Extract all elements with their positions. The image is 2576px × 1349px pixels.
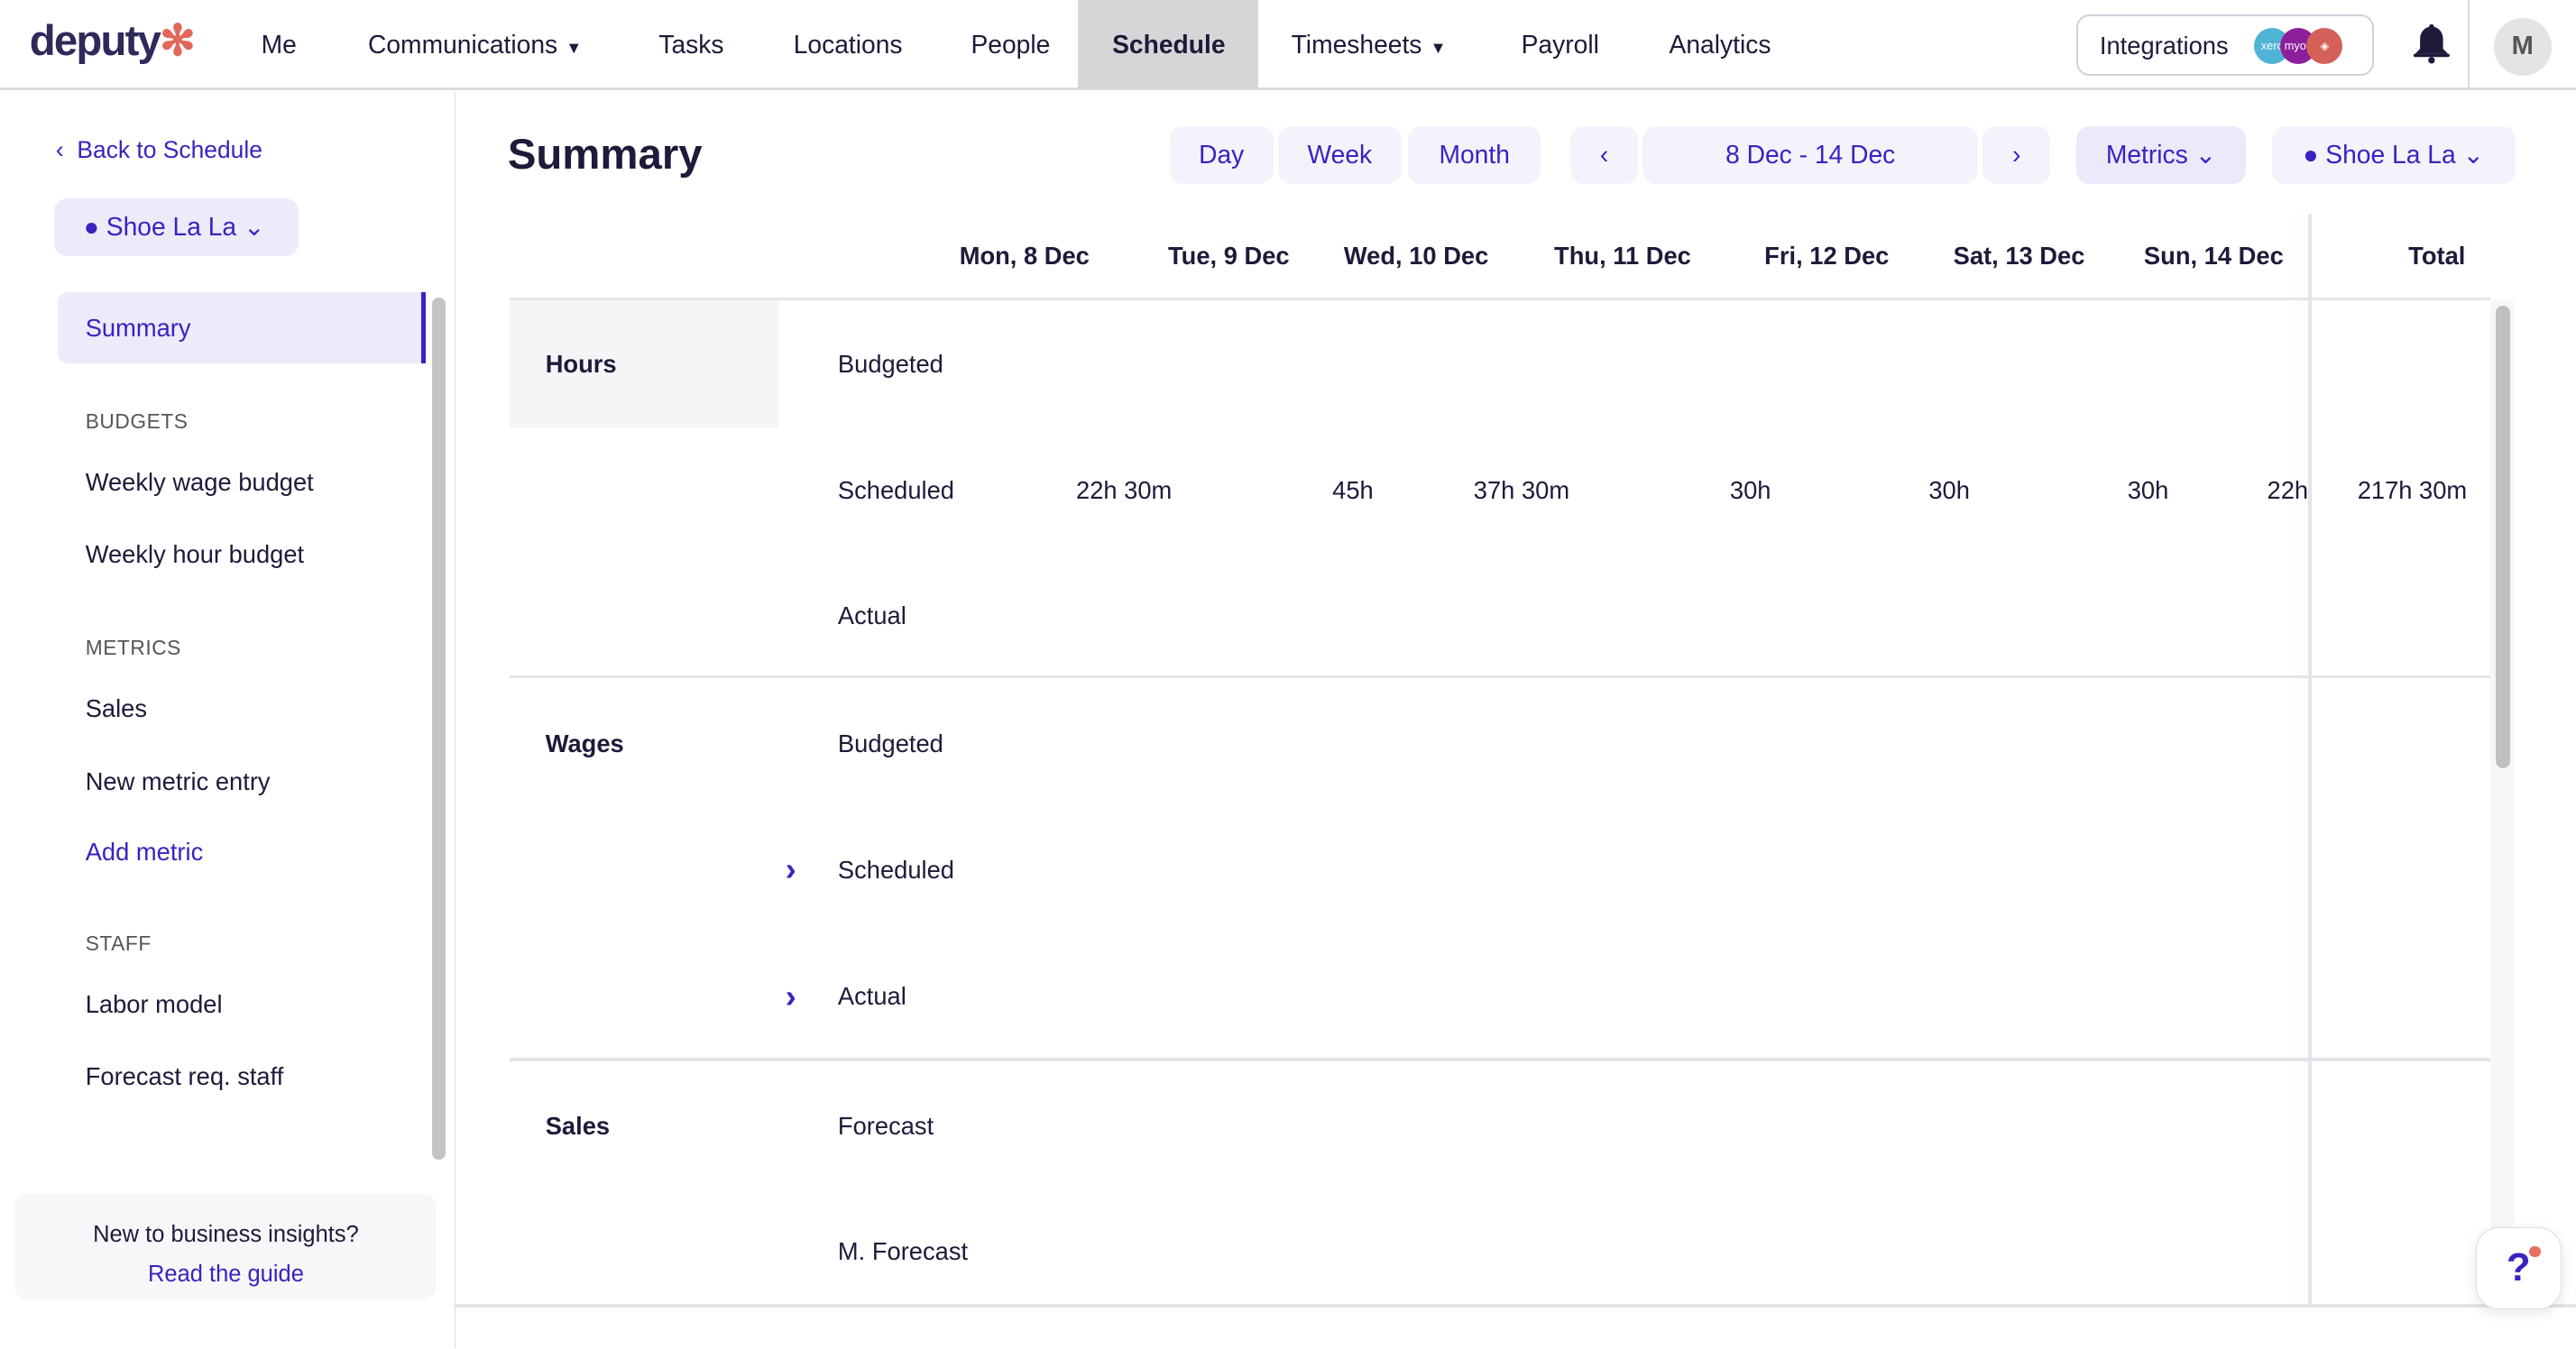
bell-icon[interactable] <box>2412 23 2452 71</box>
expand-chevron-icon[interactable]: › <box>786 977 796 1015</box>
prev-week-button[interactable]: ‹ <box>1570 126 1638 184</box>
deputy-logo[interactable]: deputy✻ <box>30 16 194 66</box>
nav-me[interactable]: Me <box>262 30 297 60</box>
scheduled-hours-cell: 30h <box>1730 476 1771 505</box>
help-text: New to business insights? <box>14 1216 437 1255</box>
nav-divider <box>2468 0 2470 88</box>
scheduled-hours-cell: 22h <box>2268 476 2310 505</box>
caret-down-icon: ▼ <box>566 39 582 57</box>
sidebar-item-labor-model[interactable]: Labor model <box>86 990 223 1019</box>
sidebar-item-summary[interactable]: Summary <box>58 292 426 362</box>
sidebar-item-sales[interactable]: Sales <box>86 694 147 723</box>
nav-locations[interactable]: Locations <box>794 30 903 60</box>
nav-people[interactable]: People <box>971 30 1050 60</box>
back-label: Back to Schedule <box>77 136 262 163</box>
view-day-button[interactable]: Day <box>1170 126 1274 184</box>
view-month-button[interactable]: Month <box>1408 126 1541 184</box>
sidebar-item-new-metric-entry[interactable]: New metric entry <box>86 767 271 796</box>
scheduled-hours-total: 217h 30m <box>2358 476 2467 505</box>
location-pin-icon: ● <box>84 212 99 241</box>
row-label: Budgeted <box>838 350 943 379</box>
row-label: Forecast <box>838 1112 934 1141</box>
nav-timesheets-label: Timesheets <box>1292 30 1422 59</box>
sidebar: ‹ Back to Schedule ● Shoe La La ⌄ Summar… <box>0 92 455 1348</box>
help-box: New to business insights? Read the guide <box>14 1194 437 1299</box>
column-header: Thu, 11 Dec <box>1554 242 1691 271</box>
total-divider <box>2308 214 2312 1306</box>
column-header: Wed, 10 Dec <box>1344 242 1488 271</box>
question-icon: ? <box>2507 1245 2531 1289</box>
staff-heading: STAFF <box>86 931 152 956</box>
logo-text: deputy <box>30 17 160 65</box>
location-label: Shoe La La <box>2325 140 2455 169</box>
row-divider <box>510 298 2491 301</box>
column-header: Sat, 13 Dec <box>1954 242 2085 271</box>
location-pin-icon: ● <box>2303 140 2318 169</box>
scheduled-hours-cell: 37h 30m <box>1474 476 1569 505</box>
row-label: Scheduled <box>838 856 954 885</box>
sidebar-scrollbar[interactable] <box>432 298 446 1160</box>
metrics-label: Metrics <box>2106 140 2188 169</box>
row-label: M. Forecast <box>838 1237 968 1266</box>
location-selector[interactable]: ● Shoe La La ⌄ <box>54 198 299 256</box>
nav-schedule[interactable]: Schedule <box>1112 30 1225 60</box>
scheduled-hours-cell: 30h <box>2128 476 2169 505</box>
add-metric-link[interactable]: Add metric <box>86 838 204 867</box>
chevron-right-icon: › <box>2012 140 2020 169</box>
column-header: Fri, 12 Dec <box>1764 242 1889 271</box>
sidebar-item-forecast-req-staff[interactable]: Forecast req. staff <box>86 1062 284 1091</box>
row-label: Scheduled <box>838 476 954 505</box>
nav-communications-label: Communications <box>368 30 557 59</box>
notification-dot <box>2529 1246 2541 1258</box>
scheduled-hours-cell: 30h <box>1928 476 1970 505</box>
table-bottom <box>455 1304 2576 1308</box>
location-dropdown[interactable]: ● Shoe La La ⌄ <box>2272 126 2516 184</box>
chevron-down-icon: ⌄ <box>2195 140 2217 169</box>
column-header: Sun, 14 Dec <box>2144 242 2284 271</box>
group-label-wages: Wages <box>546 730 624 758</box>
back-to-schedule-link[interactable]: ‹ Back to Schedule <box>56 136 262 164</box>
column-header: Tue, 9 Dec <box>1168 242 1290 271</box>
row-label: Actual <box>838 601 906 630</box>
sidebar-item-weekly-wage-budget[interactable]: Weekly wage budget <box>86 468 314 497</box>
expand-chevron-icon[interactable]: › <box>786 850 796 888</box>
metrics-dropdown[interactable]: Metrics ⌄ <box>2076 126 2246 184</box>
location-label: Shoe La La <box>106 212 236 241</box>
group-label-sales: Sales <box>546 1112 610 1141</box>
page-title: Summary <box>508 130 703 179</box>
metrics-heading: METRICS <box>86 636 181 660</box>
scheduled-hours-cell: 45h <box>1332 476 1374 505</box>
help-button[interactable]: ? <box>2476 1227 2562 1309</box>
nav-tasks[interactable]: Tasks <box>658 30 723 60</box>
integrations-label: Integrations <box>2100 32 2229 60</box>
nav-payroll[interactable]: Payroll <box>1522 30 1599 60</box>
budgets-heading: BUDGETS <box>86 409 189 434</box>
avatar[interactable]: M <box>2494 18 2552 76</box>
integrations-button[interactable]: Integrations xero myob ◈ <box>2076 14 2374 75</box>
chevron-down-icon: ⌄ <box>2462 140 2484 169</box>
sidebar-item-weekly-hour-budget[interactable]: Weekly hour budget <box>86 540 304 569</box>
row-label: Budgeted <box>838 730 943 758</box>
view-week-button[interactable]: Week <box>1278 126 1402 184</box>
chevron-left-icon: ‹ <box>1600 140 1608 169</box>
table-scrollbar[interactable] <box>2496 306 2510 769</box>
nav-analytics[interactable]: Analytics <box>1670 30 1771 60</box>
chevron-down-icon: ⌄ <box>244 212 265 241</box>
nav-timesheets[interactable]: Timesheets ▼ <box>1292 30 1447 60</box>
row-label: Actual <box>838 982 906 1011</box>
scheduled-hours-cell: 22h 30m <box>1076 476 1172 505</box>
row-divider <box>510 1058 2491 1061</box>
top-nav: deputy✻ Me Communications ▼ Tasks Locatio… <box>0 0 2576 90</box>
total-header: Total <box>2408 242 2465 271</box>
row-divider <box>510 675 2491 679</box>
caret-down-icon: ▼ <box>1431 39 1447 57</box>
date-range-picker[interactable]: 8 Dec - 14 Dec <box>1642 126 1978 184</box>
nav-communications[interactable]: Communications ▼ <box>368 30 582 60</box>
lightspeed-logo-icon: ◈ <box>2306 28 2342 64</box>
read-guide-link[interactable]: Read the guide <box>14 1255 437 1295</box>
column-header: Mon, 8 Dec <box>960 242 1090 271</box>
group-label-hours: Hours <box>546 350 617 379</box>
next-week-button[interactable]: › <box>1983 126 2050 184</box>
